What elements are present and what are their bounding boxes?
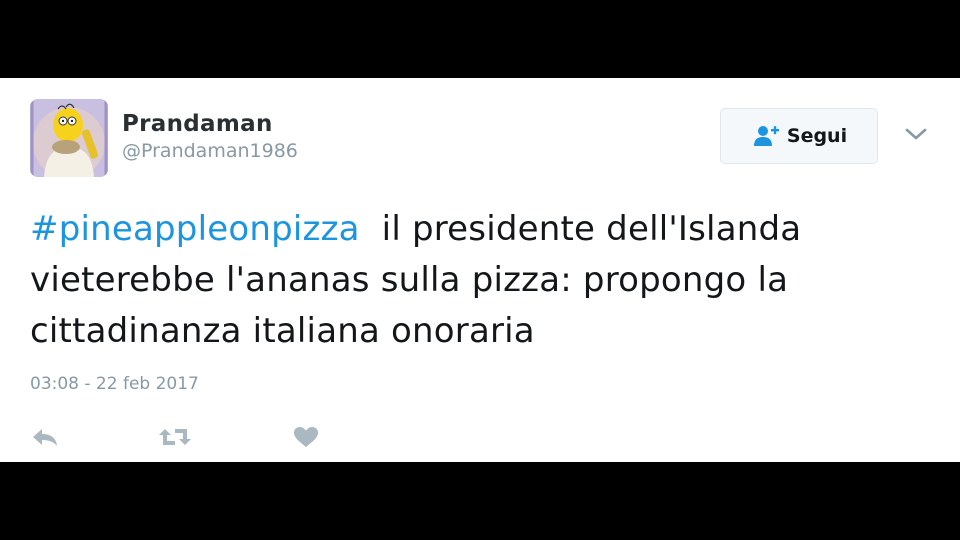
more-options[interactable]: [903, 124, 929, 144]
hashtag-link[interactable]: #pineappleonpizza: [30, 209, 360, 249]
follow-button[interactable]: Segui: [720, 108, 878, 164]
retweet-button[interactable]: [158, 425, 192, 454]
tweet-timestamp[interactable]: 03:08 - 22 feb 2017: [30, 374, 199, 394]
tweet-text: #pineappleonpizza il presidente dell'Isl…: [30, 204, 930, 357]
add-user-icon: [753, 126, 779, 146]
heart-icon: [294, 427, 318, 447]
tweet-card: Prandaman @Prandaman1986 Segui #pineappl…: [0, 78, 960, 462]
cartoon-avatar-icon: [30, 99, 108, 177]
like-button[interactable]: [292, 425, 320, 454]
chevron-down-icon: [905, 128, 927, 140]
reply-icon: [33, 429, 57, 446]
reply-button[interactable]: [30, 425, 60, 454]
avatar[interactable]: [30, 99, 108, 177]
user-handle[interactable]: @Prandaman1986: [122, 138, 298, 164]
display-name[interactable]: Prandaman: [122, 110, 298, 138]
retweet-icon: [159, 429, 191, 445]
letterbox-bottom: [0, 462, 960, 540]
user-info: Prandaman @Prandaman1986: [122, 110, 298, 164]
follow-button-label: Segui: [786, 125, 848, 147]
letterbox-top: [0, 0, 960, 78]
